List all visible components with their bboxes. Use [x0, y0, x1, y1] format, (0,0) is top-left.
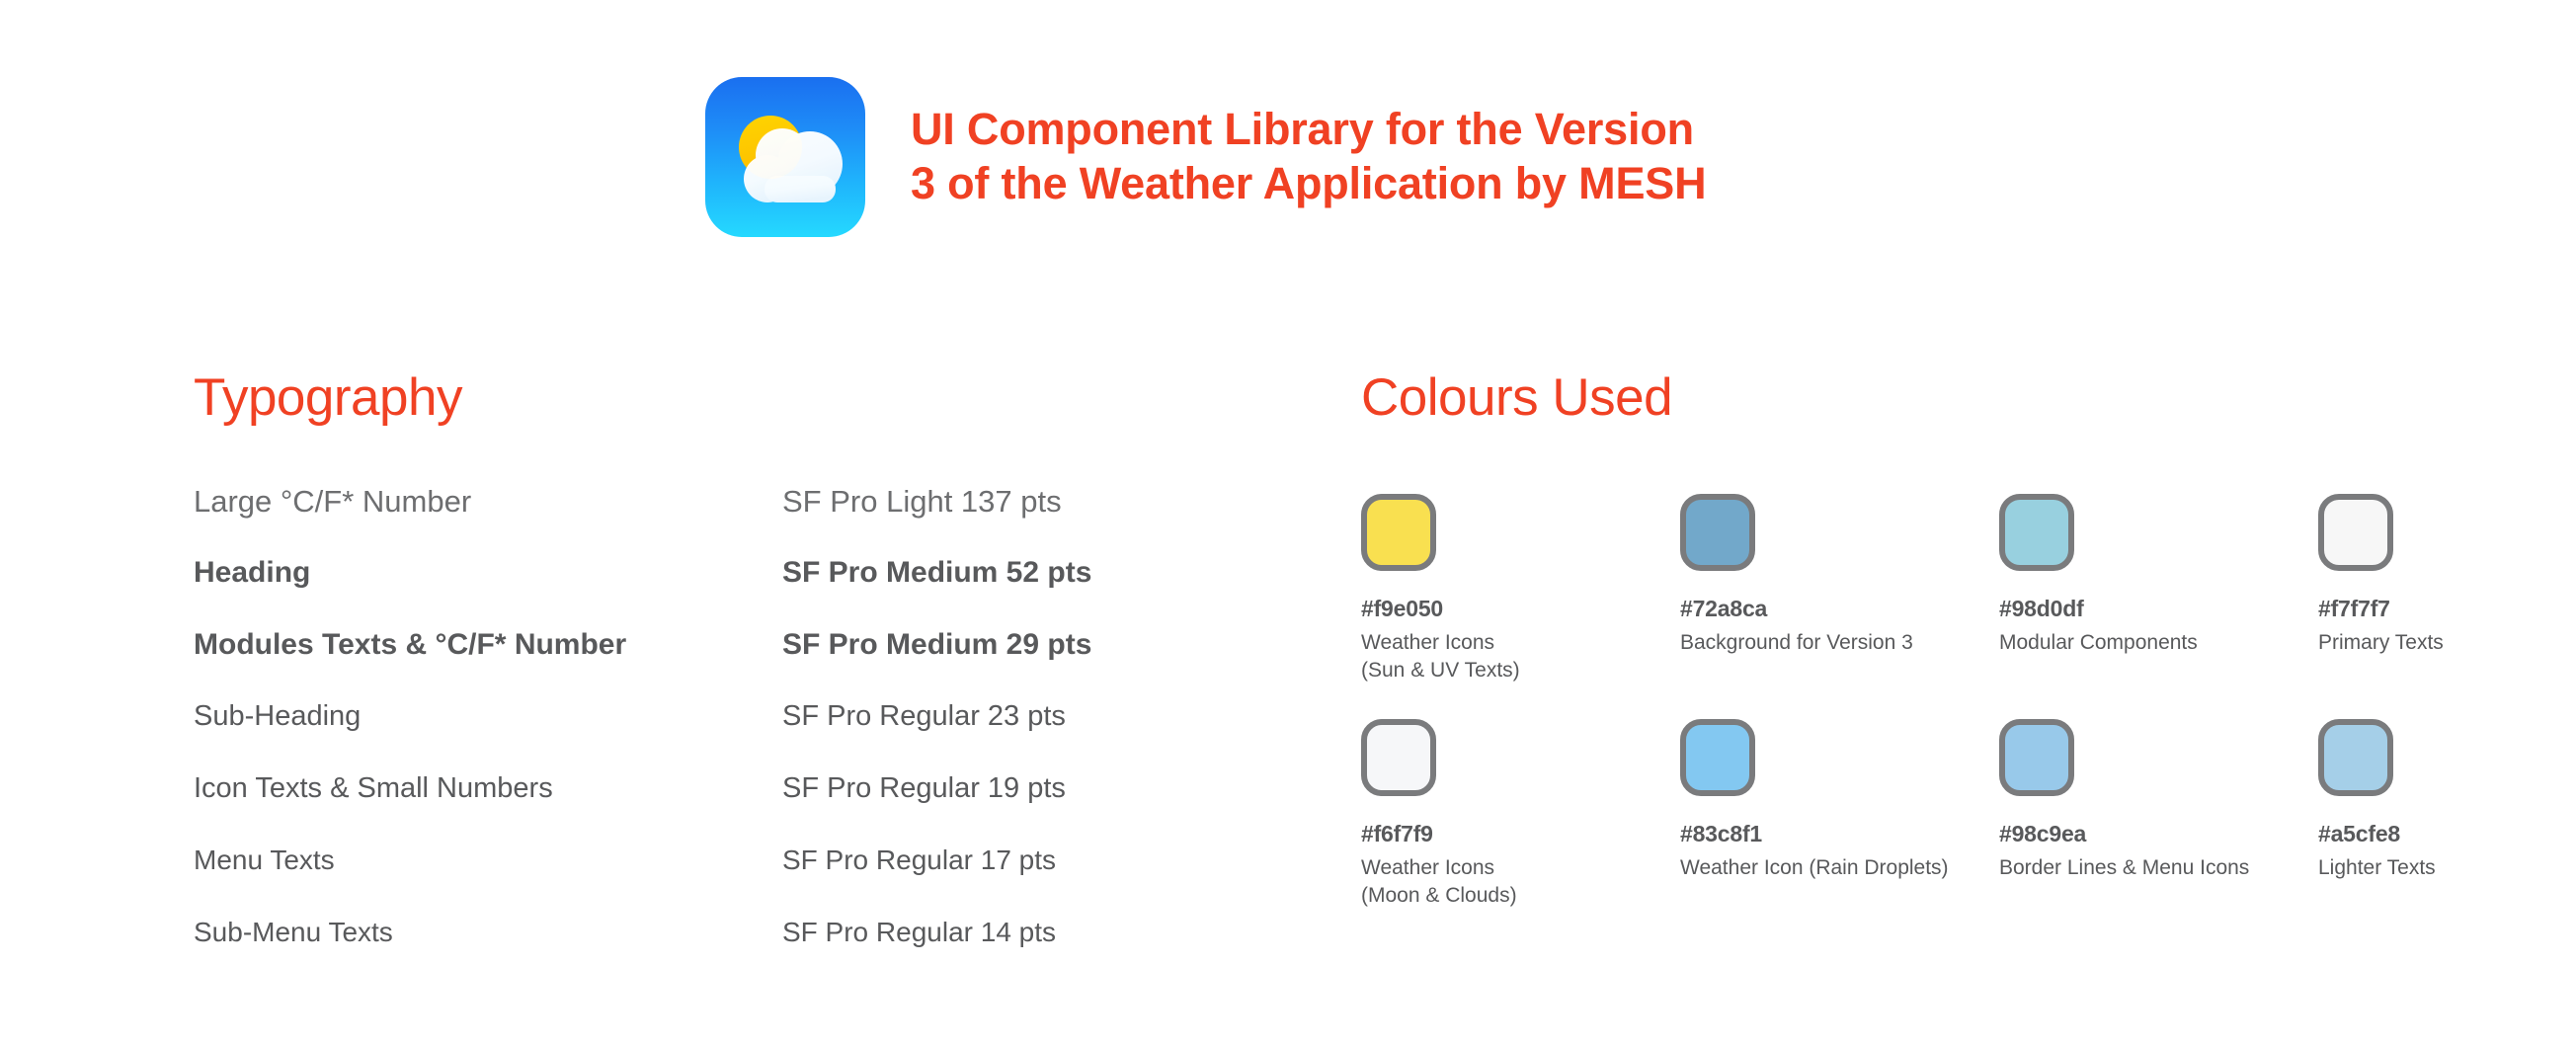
colour-chip — [1680, 719, 1755, 796]
colour-description: Background for Version 3 — [1680, 631, 1913, 654]
typography-label: Menu Texts — [194, 845, 335, 875]
page-title: UI Component Library for the Version 3 o… — [911, 104, 1707, 208]
table-row: Icon Texts & Small Numbers SF Pro Regula… — [194, 772, 1181, 845]
colour-hex-label: #98c9ea — [1999, 821, 2087, 846]
colour-swatch-item: #f9e050 Weather Icons (Sun & UV Texts) — [1361, 494, 1680, 719]
colour-hex-label: #72a8ca — [1680, 596, 1768, 621]
colour-swatch-item: #98d0df Modular Components — [1999, 494, 2318, 719]
colours-section-heading: Colours Used — [1361, 368, 1673, 427]
colour-description: Weather Icon (Rain Droplets) — [1680, 856, 1949, 879]
colour-chip — [2318, 719, 2393, 796]
colour-description: Lighter Texts — [2318, 856, 2436, 879]
typography-spec: SF Pro Medium 29 pts — [782, 628, 1092, 661]
colour-hex-label: #f6f7f9 — [1361, 821, 1433, 846]
typography-label: Heading — [194, 556, 311, 589]
colour-chip — [1361, 719, 1436, 796]
colour-swatch-item: #83c8f1 Weather Icon (Rain Droplets) — [1680, 719, 1999, 944]
colour-description: Weather Icons (Sun & UV Texts) — [1361, 631, 1520, 683]
colour-hex-label: #a5cfe8 — [2318, 821, 2401, 846]
table-row: Menu Texts SF Pro Regular 17 pts — [194, 845, 1181, 917]
typography-spec: SF Pro Medium 52 pts — [782, 556, 1092, 589]
colour-swatch-item: #a5cfe8 Lighter Texts — [2318, 719, 2576, 944]
page-header: UI Component Library for the Version 3 o… — [705, 77, 1707, 237]
typography-label: Modules Texts & °C/F* Number — [194, 628, 627, 661]
typography-spec: SF Pro Regular 19 pts — [782, 772, 1066, 804]
typography-spec: SF Pro Regular 23 pts — [782, 700, 1066, 732]
page-root: UI Component Library for the Version 3 o… — [0, 0, 2576, 1046]
colour-chip — [1999, 494, 2074, 571]
colour-description: Weather Icons (Moon & Clouds) — [1361, 856, 1517, 908]
typography-table: Large °C/F* Number SF Pro Light 137 pts … — [194, 484, 1181, 989]
colour-hex-label: #98d0df — [1999, 596, 2084, 621]
typography-spec: SF Pro Light 137 pts — [782, 484, 1062, 519]
typography-label: Sub-Menu Texts — [194, 917, 393, 947]
weather-app-icon — [705, 77, 865, 237]
colour-chip — [1680, 494, 1755, 571]
colour-swatch-grid: #f9e050 Weather Icons (Sun & UV Texts) #… — [1361, 494, 2576, 944]
typography-label: Large °C/F* Number — [194, 484, 472, 519]
table-row: Sub-Menu Texts SF Pro Regular 14 pts — [194, 917, 1181, 989]
typography-spec: SF Pro Regular 17 pts — [782, 845, 1057, 875]
table-row: Modules Texts & °C/F* Number SF Pro Medi… — [194, 628, 1181, 700]
colour-hex-label: #f9e050 — [1361, 596, 1444, 621]
table-row: Heading SF Pro Medium 52 pts — [194, 556, 1181, 628]
colour-swatch-item: #72a8ca Background for Version 3 — [1680, 494, 1999, 719]
typography-spec: SF Pro Regular 14 pts — [782, 917, 1057, 947]
colour-hex-label: #f7f7f7 — [2318, 596, 2390, 621]
colour-chip — [2318, 494, 2393, 571]
colour-description: Primary Texts — [2318, 631, 2444, 654]
colour-description: Modular Components — [1999, 631, 2198, 654]
colour-swatch-item: #f7f7f7 Primary Texts — [2318, 494, 2576, 719]
colour-hex-label: #83c8f1 — [1680, 821, 1763, 846]
typography-label: Icon Texts & Small Numbers — [194, 772, 553, 804]
colour-swatch-item: #98c9ea Border Lines & Menu Icons — [1999, 719, 2318, 944]
table-row: Large °C/F* Number SF Pro Light 137 pts — [194, 484, 1181, 556]
colour-swatch-item: #f6f7f9 Weather Icons (Moon & Clouds) — [1361, 719, 1680, 944]
typography-section-heading: Typography — [194, 368, 462, 427]
colour-chip — [1999, 719, 2074, 796]
typography-label: Sub-Heading — [194, 700, 362, 732]
table-row: Sub-Heading SF Pro Regular 23 pts — [194, 700, 1181, 772]
colour-description: Border Lines & Menu Icons — [1999, 856, 2250, 879]
colour-chip — [1361, 494, 1436, 571]
